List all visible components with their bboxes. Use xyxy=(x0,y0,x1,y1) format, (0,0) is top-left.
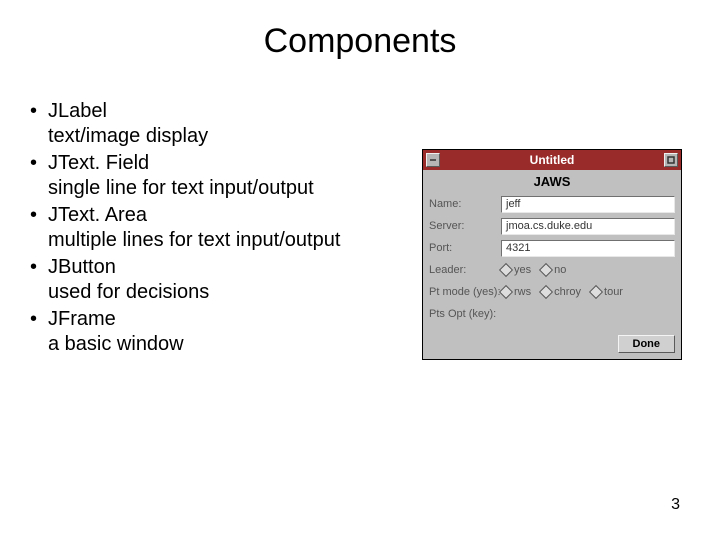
mode-label: Pt mode (yes): xyxy=(429,286,501,298)
item-desc: a basic window xyxy=(48,333,184,355)
option-label: rws xyxy=(514,286,531,298)
leader-label: Leader: xyxy=(429,264,501,276)
bullet-list-container: • JLabel text/image display • JText. Fie… xyxy=(30,99,422,360)
bullet-icon: • xyxy=(30,307,37,332)
item-name: JFrame xyxy=(48,308,116,330)
mode-options: rws chroy tour xyxy=(501,286,675,298)
list-item: • JLabel text/image display xyxy=(30,99,422,149)
option-label: no xyxy=(554,264,566,276)
bullet-icon: • xyxy=(30,151,37,176)
name-label: Name: xyxy=(429,198,501,210)
radio-icon xyxy=(539,285,553,299)
port-label: Port: xyxy=(429,242,501,254)
done-button[interactable]: Done xyxy=(618,335,676,353)
window-title: Untitled xyxy=(440,153,664,167)
mode-option[interactable]: rws xyxy=(501,286,531,298)
row-server: Server: jmoa.cs.duke.edu xyxy=(429,215,675,237)
list-item: • JText. Area multiple lines for text in… xyxy=(30,203,422,253)
window-footer: Done xyxy=(423,331,681,359)
item-desc: used for decisions xyxy=(48,281,209,303)
mode-option[interactable]: chroy xyxy=(541,286,581,298)
server-label: Server: xyxy=(429,220,501,232)
window-titlebar: Untitled xyxy=(423,150,681,170)
name-field[interactable]: jeff xyxy=(501,196,675,213)
example-window: Untitled JAWS Name: jeff Server: jmoa.cs… xyxy=(422,149,682,360)
list-item: • JFrame a basic window xyxy=(30,307,422,357)
content-area: • JLabel text/image display • JText. Fie… xyxy=(0,61,720,360)
window-menu-icon[interactable] xyxy=(426,153,440,167)
app-name-label: JAWS xyxy=(423,170,681,191)
radio-icon xyxy=(499,285,513,299)
bullet-icon: • xyxy=(30,255,37,280)
bullet-icon: • xyxy=(30,99,37,124)
list-item: • JText. Field single line for text inpu… xyxy=(30,151,422,201)
leader-options: yes no xyxy=(501,264,675,276)
window-resize-icon[interactable] xyxy=(664,153,678,167)
form-area: Name: jeff Server: jmoa.cs.duke.edu Port… xyxy=(423,191,681,331)
radio-icon xyxy=(499,263,513,277)
radio-icon xyxy=(589,285,603,299)
keys-label: Pts Opt (key): xyxy=(429,308,501,320)
list-item: • JButton used for decisions xyxy=(30,255,422,305)
page-title: Components xyxy=(0,0,720,61)
row-name: Name: jeff xyxy=(429,193,675,215)
item-desc: single line for text input/output xyxy=(48,177,314,199)
port-field[interactable]: 4321 xyxy=(501,240,675,257)
bullet-icon: • xyxy=(30,203,37,228)
option-label: yes xyxy=(514,264,531,276)
item-desc: text/image display xyxy=(48,125,208,147)
bullet-list: • JLabel text/image display • JText. Fie… xyxy=(30,99,422,357)
radio-icon xyxy=(539,263,553,277)
example-window-figure: Untitled JAWS Name: jeff Server: jmoa.cs… xyxy=(422,149,690,360)
page-number: 3 xyxy=(671,496,680,514)
item-name: JText. Area xyxy=(48,204,147,226)
item-name: JLabel xyxy=(48,100,107,122)
item-name: JButton xyxy=(48,256,116,278)
leader-option[interactable]: no xyxy=(541,264,566,276)
item-desc: multiple lines for text input/output xyxy=(48,229,340,251)
item-name: JText. Field xyxy=(48,152,149,174)
option-label: tour xyxy=(604,286,623,298)
server-field[interactable]: jmoa.cs.duke.edu xyxy=(501,218,675,235)
leader-option[interactable]: yes xyxy=(501,264,531,276)
row-leader: Leader: yes no xyxy=(429,259,675,281)
row-keys: Pts Opt (key): xyxy=(429,303,675,325)
row-mode: Pt mode (yes): rws chroy tour xyxy=(429,281,675,303)
row-port: Port: 4321 xyxy=(429,237,675,259)
option-label: chroy xyxy=(554,286,581,298)
mode-option[interactable]: tour xyxy=(591,286,623,298)
